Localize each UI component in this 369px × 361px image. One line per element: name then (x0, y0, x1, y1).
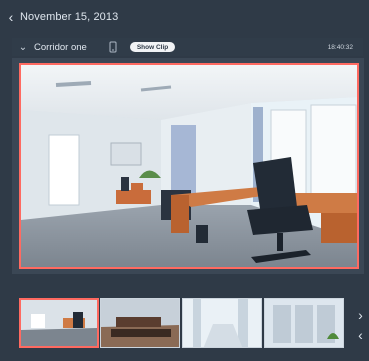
camera-header: ⌄ Corridor one Show Clip 18:40:32 (12, 38, 363, 56)
thumbnail-image (183, 299, 261, 347)
chevron-left-icon: ‹ (8, 9, 14, 25)
page-title: November 15, 2013 (20, 11, 119, 23)
chevron-right-icon[interactable]: › (352, 305, 369, 325)
thumbnail-2[interactable] (100, 298, 180, 348)
thumbnail-strip (12, 288, 344, 352)
viewer-frame (12, 58, 364, 274)
chevron-down-icon[interactable]: ⌄ (15, 42, 31, 53)
thumbnail-image (265, 299, 343, 347)
office-scene-image (21, 65, 357, 267)
thumbnail-nav: › ‹ (352, 305, 369, 345)
thumbnail-4[interactable] (264, 298, 344, 348)
thumbnail-image (101, 299, 179, 347)
back-button[interactable]: ‹ (0, 0, 22, 34)
camera-view[interactable] (19, 63, 359, 269)
camera-name[interactable]: Corridor one (34, 42, 87, 53)
thumbnail-3[interactable] (182, 298, 262, 348)
timestamp: 18:40:32 (327, 43, 353, 51)
phone-icon[interactable] (108, 41, 118, 53)
thumbnail-1[interactable] (19, 298, 99, 348)
thumbnail-image (21, 300, 97, 346)
chevron-left-icon[interactable]: ‹ (352, 325, 369, 345)
top-bar: ‹ November 15, 2013 (0, 0, 369, 34)
show-clip-button[interactable]: Show Clip (129, 42, 176, 52)
